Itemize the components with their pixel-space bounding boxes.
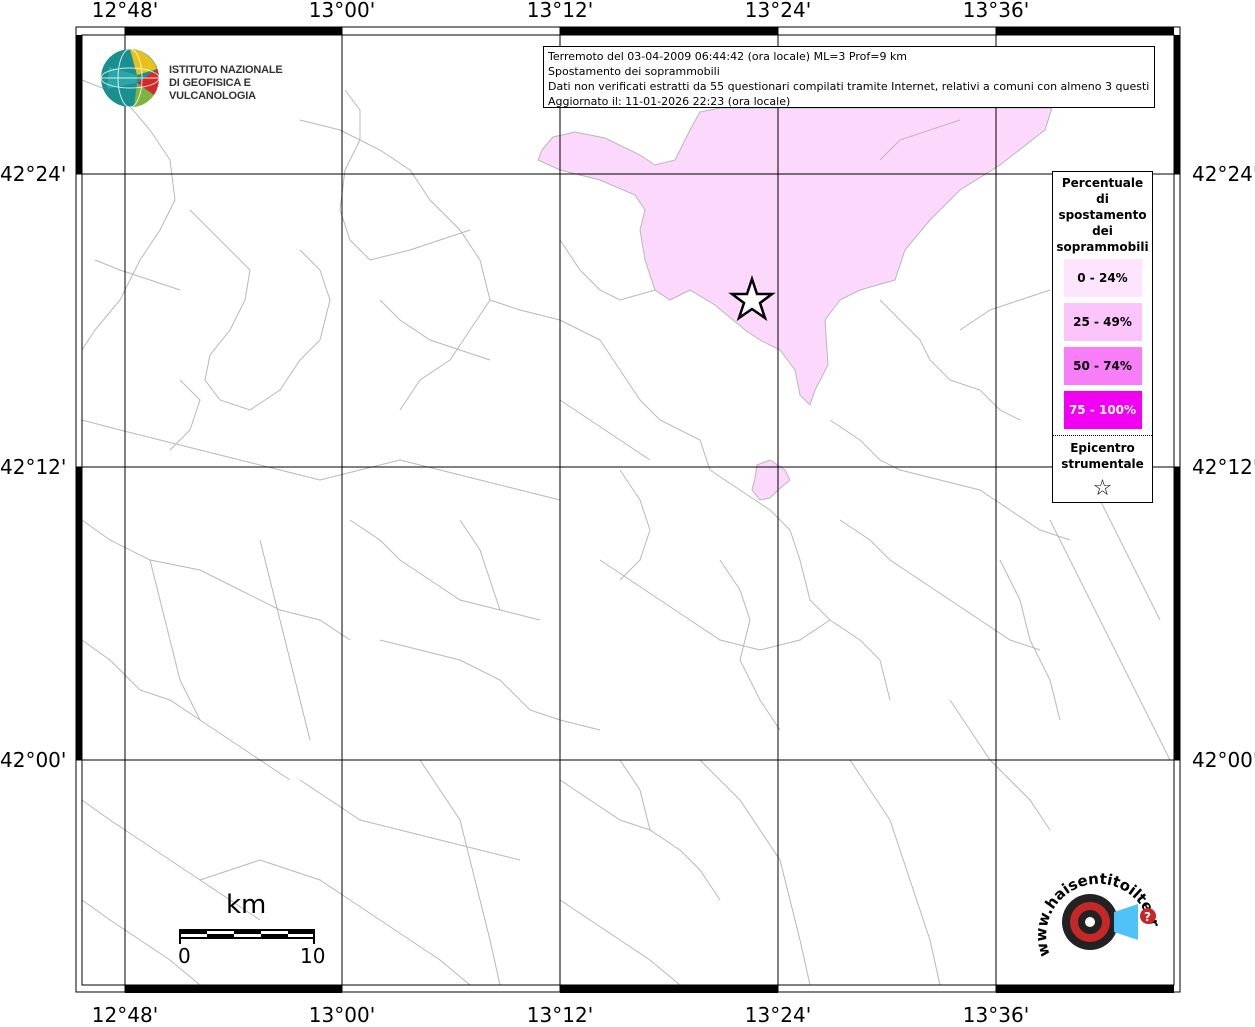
y-tick-left: 42°12' — [0, 455, 67, 479]
data-disclaimer: Dati non verificati estratti da 55 quest… — [548, 80, 1150, 93]
event-title: Terremoto del 03-04-2009 06:44:42 (ora l… — [548, 50, 908, 63]
municipal-boundaries — [81, 79, 1171, 986]
hst-logo: www.haisentitoilterremoto.it ? — [1022, 846, 1170, 980]
epicenter-label: strumentale — [1061, 457, 1144, 471]
event-info-box: Terremoto del 03-04-2009 06:44:42 (ora l… — [543, 46, 1155, 108]
epicenter-legend-title: Epicentro strumentale — [1053, 440, 1152, 472]
scale-unit: km — [226, 890, 267, 920]
update-timestamp: Aggiornato il: 11-01-2026 22:23 (ora loc… — [548, 95, 791, 108]
x-tick-bottom: 13°12' — [526, 1003, 594, 1027]
legend-item-0-24: 0 - 24% — [1063, 259, 1142, 297]
star-icon: ☆ — [1092, 476, 1113, 501]
affected-area-north — [537, 107, 1053, 406]
legend-title-line: spostamento — [1058, 208, 1147, 222]
ingv-name: ISTITUTO NAZIONALE DI GEOFISICA E VULCAN… — [169, 64, 319, 103]
legend-item-50-74: 50 - 74% — [1063, 347, 1142, 385]
epicenter-label: Epicentro — [1070, 441, 1135, 455]
y-tick-left: 42°24' — [0, 162, 67, 186]
legend-item-75-100: 75 - 100% — [1063, 391, 1142, 429]
legend-item-25-49: 25 - 49% — [1063, 303, 1142, 341]
ingv-line1: ISTITUTO NAZIONALE — [169, 64, 283, 76]
x-tick-bottom: 13°24' — [744, 1003, 812, 1027]
x-tick-bottom: 13°36' — [962, 1003, 1030, 1027]
y-tick-left: 42°00' — [0, 748, 67, 772]
ingv-logo: ISTITUTO NAZIONALE DI GEOFISICA E VULCAN… — [99, 47, 319, 111]
legend-separator — [1053, 435, 1152, 436]
x-tick-top: 13°12' — [526, 0, 594, 22]
x-tick-bottom: 13°00' — [308, 1003, 376, 1027]
map-subject: Spostamento dei soprammobili — [548, 65, 720, 78]
globe-icon — [100, 48, 160, 108]
scale-start: 0 — [178, 944, 191, 968]
x-tick-top: 13°24' — [744, 0, 812, 22]
legend-title-line: soprammobili — [1056, 240, 1149, 254]
x-tick-top: 12°48' — [91, 0, 159, 22]
megaphone-icon — [1114, 904, 1138, 940]
scale-bar: km 0 10 — [178, 890, 325, 972]
affected-area-south — [751, 459, 791, 501]
scale-ruler — [179, 929, 315, 944]
x-tick-top: 13°36' — [962, 0, 1030, 22]
legend-title: Percentuale di spostamento dei soprammob… — [1053, 175, 1152, 255]
scale-end: 10 — [300, 944, 326, 968]
ingv-line2: DI GEOFISICA E VULCANOLOGIA — [169, 77, 256, 102]
legend-title-line: Percentuale — [1061, 176, 1144, 190]
svg-text:?: ? — [1144, 910, 1151, 924]
legend: Percentuale di spostamento dei soprammob… — [1052, 171, 1153, 503]
y-tick-right: 42°12' — [1192, 455, 1255, 479]
y-tick-right: 42°00' — [1192, 748, 1255, 772]
x-tick-bottom: 12°48' — [91, 1003, 159, 1027]
legend-title-line: di — [1096, 192, 1109, 206]
y-tick-right: 42°24' — [1192, 162, 1255, 186]
x-tick-top: 13°00' — [308, 0, 376, 22]
legend-title-line: dei — [1092, 224, 1113, 238]
